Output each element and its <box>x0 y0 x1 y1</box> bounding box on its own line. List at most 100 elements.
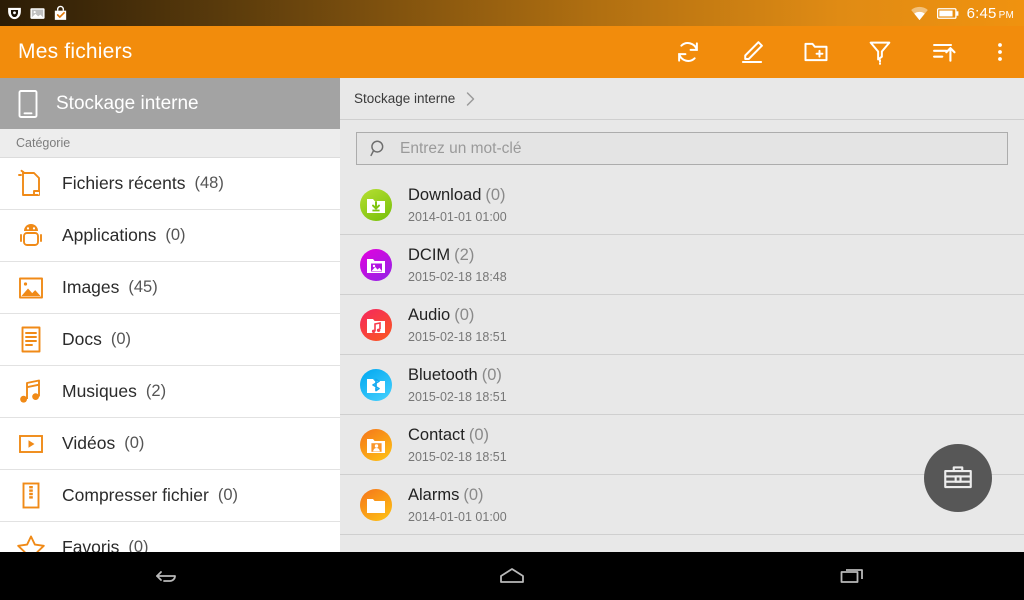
nav-back-button[interactable] <box>0 565 341 587</box>
sidebar-item-label: Fichiers récents <box>62 173 186 193</box>
folder-music-icon <box>354 307 398 343</box>
file-date: 2015-02-18 18:51 <box>408 449 507 464</box>
file-info: Alarms (0) 2014-01-01 01:00 <box>408 486 507 524</box>
refresh-button[interactable] <box>656 26 720 78</box>
file-name-line: Download (0) <box>408 186 507 205</box>
file-count: (0) <box>463 485 484 504</box>
clock-meridiem: PM <box>998 9 1014 21</box>
video-play-icon <box>0 432 62 456</box>
file-name: Audio <box>408 305 451 324</box>
file-name-line: Contact (0) <box>408 426 507 445</box>
sidebar-item-count: (0) <box>124 434 145 452</box>
sidebar-item-compress-file[interactable]: Compresser fichier (0) <box>0 470 340 522</box>
breadcrumb: Stockage interne <box>340 78 1024 120</box>
file-name: Alarms <box>408 485 460 504</box>
file-date: 2014-01-01 01:00 <box>408 509 507 524</box>
file-row-audio[interactable]: Audio (0) 2015-02-18 18:51 <box>340 295 1024 355</box>
file-count: (0) <box>468 425 490 444</box>
new-folder-button[interactable] <box>784 26 848 78</box>
sidebar-item-music[interactable]: Musiques (2) <box>0 366 340 418</box>
back-arrow-icon <box>155 571 176 582</box>
folder-bluetooth-icon <box>354 367 398 403</box>
edit-button[interactable] <box>720 26 784 78</box>
file-row-download[interactable]: Download (0) 2014-01-01 01:00 <box>340 175 1024 235</box>
file-list: Download (0) 2014-01-01 01:00 DCIM (2) 2… <box>340 175 1024 535</box>
file-info: DCIM (2) 2015-02-18 18:48 <box>408 246 507 284</box>
android-navigation-bar <box>0 552 1024 600</box>
content-panel: Stockage interne Entrez un mot-clé Downl… <box>340 78 1024 552</box>
file-name: Download <box>408 185 482 204</box>
sidebar-item-favorites[interactable]: Favoris (0) <box>0 522 340 552</box>
nav-home-button[interactable] <box>341 565 682 587</box>
sidebar-item-applications[interactable]: Applications (0) <box>0 210 340 262</box>
search-input[interactable]: Entrez un mot-clé <box>356 132 1008 165</box>
file-date: 2015-02-18 18:48 <box>408 269 507 284</box>
file-info: Contact (0) 2015-02-18 18:51 <box>408 426 507 464</box>
file-row-contact[interactable]: Contact (0) 2015-02-18 18:51 <box>340 415 1024 475</box>
recents-icon <box>840 569 864 583</box>
file-count: (0) <box>454 305 475 324</box>
status-bar: 6:45 PM <box>0 0 1024 26</box>
action-bar: Mes fichiers <box>0 26 1024 78</box>
sidebar-item-label: Applications <box>62 225 157 245</box>
nav-recents-button[interactable] <box>683 565 1024 587</box>
notification-icons <box>0 5 69 22</box>
pencil-icon <box>741 41 763 64</box>
file-row-alarms[interactable]: Alarms (0) 2014-01-01 01:00 <box>340 475 1024 535</box>
action-bar-buttons <box>656 26 1024 78</box>
folder-download-icon <box>354 187 398 223</box>
file-manager-screen: 6:45 PM Mes fichiers Stockage interne Ca… <box>0 0 1024 600</box>
folder-contact-icon <box>354 427 398 463</box>
file-row-dcim[interactable]: DCIM (2) 2015-02-18 18:48 <box>340 235 1024 295</box>
home-icon <box>500 568 524 583</box>
sort-ascending-icon <box>933 43 956 62</box>
sidebar-item-count: (2) <box>145 382 167 400</box>
file-count: (2) <box>454 245 475 264</box>
clock-time: 6:45 <box>966 4 997 22</box>
sidebar-storage-label: Stockage interne <box>56 92 199 114</box>
music-note-icon <box>0 378 62 406</box>
file-count: (0) <box>485 185 506 204</box>
folder-plus-icon <box>804 42 828 62</box>
more-vertical-icon <box>998 43 1002 61</box>
sidebar-category-label: Catégorie <box>16 136 71 150</box>
funnel-icon <box>869 41 891 65</box>
file-count: (0) <box>481 365 502 384</box>
file-name: Bluetooth <box>408 365 478 384</box>
sidebar-item-internal-storage[interactable]: Stockage interne <box>0 78 340 129</box>
status-indicators: 6:45 PM <box>910 5 1024 22</box>
filter-button[interactable] <box>848 26 912 78</box>
sidebar-item-count: (48) <box>194 174 224 192</box>
sidebar: Stockage interne Catégorie Fichiers réce… <box>0 78 340 552</box>
sidebar-item-images[interactable]: Images (45) <box>0 262 340 314</box>
photo-notification-icon <box>30 7 45 19</box>
document-icon <box>0 325 62 354</box>
sidebar-item-count: (0) <box>165 226 186 244</box>
breadcrumb-item-root[interactable]: Stockage interne <box>354 91 455 106</box>
toolbox-fab-button[interactable] <box>924 444 992 512</box>
chevron-right-icon <box>465 91 476 107</box>
file-name: Contact <box>408 425 465 444</box>
battery-icon <box>936 7 959 19</box>
play-store-update-icon <box>54 5 67 20</box>
search-area: Entrez un mot-clé <box>340 120 1024 175</box>
folder-plain-icon <box>354 487 398 523</box>
recent-file-icon <box>0 169 62 199</box>
file-name-line: Audio (0) <box>408 306 507 325</box>
file-date: 2015-02-18 18:51 <box>408 329 507 344</box>
sidebar-item-recent-files[interactable]: Fichiers récents (48) <box>0 158 340 210</box>
sidebar-item-docs[interactable]: Docs (0) <box>0 314 340 366</box>
overflow-menu-button[interactable] <box>976 26 1024 78</box>
sidebar-item-videos[interactable]: Vidéos (0) <box>0 418 340 470</box>
sidebar-item-label: Vidéos <box>62 433 116 453</box>
file-info: Bluetooth (0) 2015-02-18 18:51 <box>408 366 507 404</box>
file-name-line: Alarms (0) <box>408 486 507 505</box>
search-placeholder: Entrez un mot-clé <box>400 139 522 157</box>
wifi-icon <box>910 6 928 21</box>
sidebar-item-count: (0) <box>110 330 132 348</box>
folder-image-icon <box>354 247 398 283</box>
file-name-line: Bluetooth (0) <box>408 366 507 385</box>
refresh-icon <box>678 42 698 62</box>
sort-button[interactable] <box>912 26 976 78</box>
file-row-bluetooth[interactable]: Bluetooth (0) 2015-02-18 18:51 <box>340 355 1024 415</box>
